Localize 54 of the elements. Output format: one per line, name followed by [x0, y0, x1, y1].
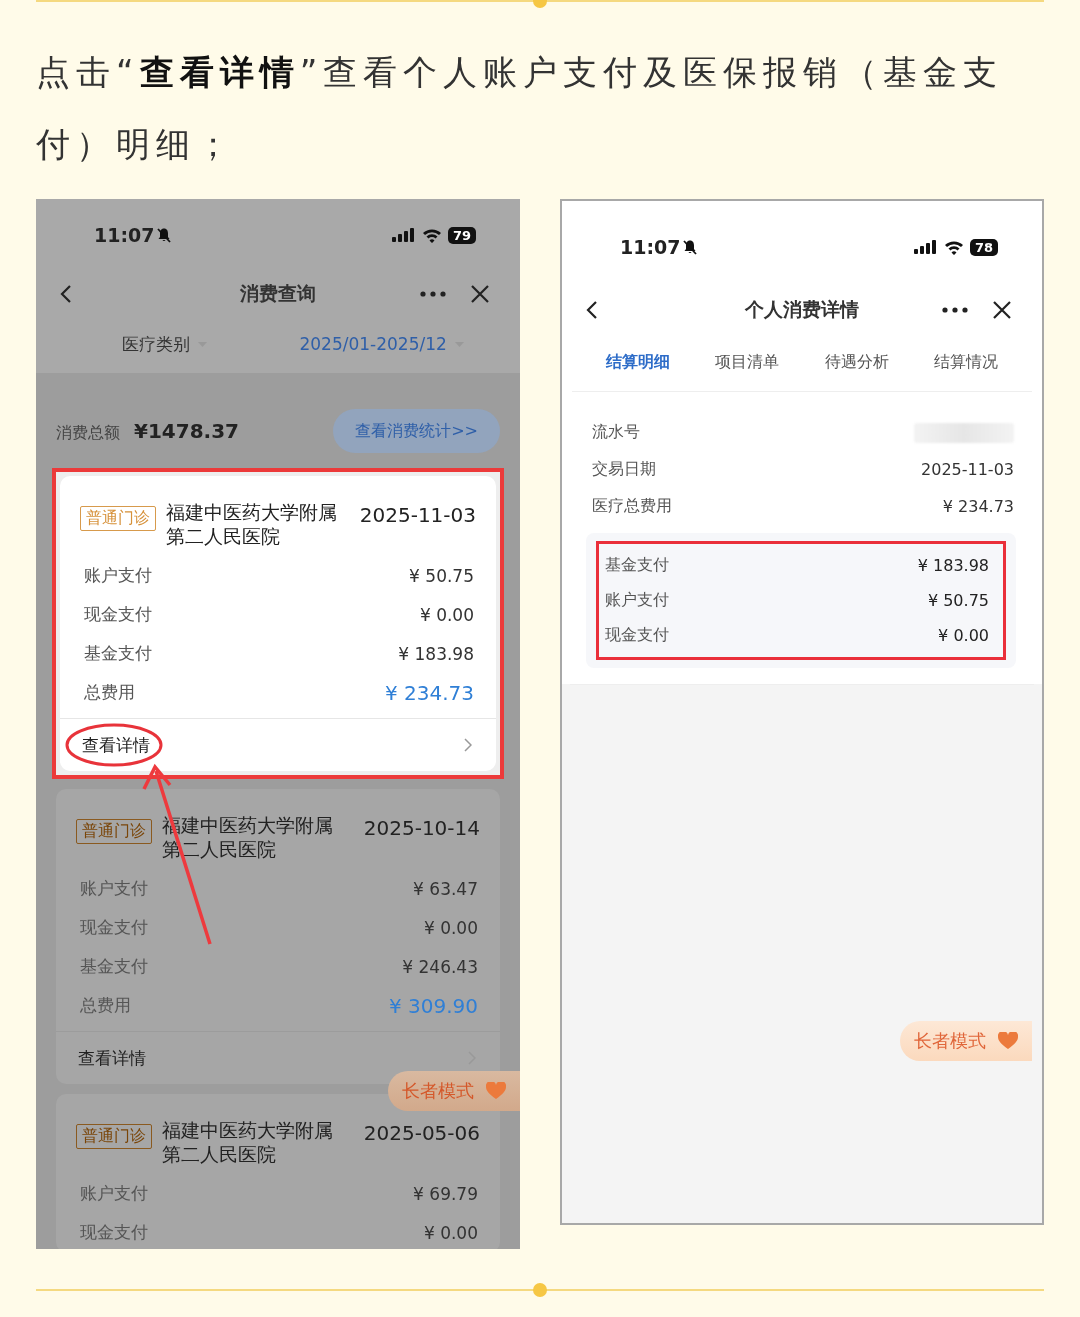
hospital-name: 福建中医药大学附属第二人民医院 [162, 1118, 334, 1166]
row-label: 总费用 [80, 994, 131, 1017]
amount: ¥ 50.75 [409, 565, 474, 586]
amount: ¥ 0.00 [423, 1222, 478, 1243]
field-label: 账户支付 [605, 590, 669, 611]
row-label: 账户支付 [80, 1182, 148, 1205]
visit-type-tag: 普通门诊 [80, 506, 156, 531]
visit-type-tag: 普通门诊 [76, 819, 152, 844]
amount: ¥ 0.00 [419, 604, 474, 625]
field-value: 2025-11-03 [921, 460, 1014, 479]
filter-dropdown[interactable]: 医疗类别 [122, 332, 208, 356]
field-label: 基金支付 [605, 555, 669, 576]
row-label: 现金支付 [80, 916, 148, 939]
amount: ¥ 69.79 [413, 1183, 478, 1204]
page-title: 个人消费详情 [745, 298, 859, 320]
field-label: 交易日期 [592, 459, 656, 480]
visit-type-tag: 普通门诊 [76, 1124, 152, 1149]
status-time: 11:07 [94, 224, 173, 246]
amount: ¥ 183.98 [398, 643, 474, 664]
total-label: 消费总额 [56, 422, 120, 442]
battery-level: 79 [447, 226, 476, 244]
row-label: 基金支付 [84, 642, 152, 665]
amount: ¥ 63.47 [413, 878, 478, 899]
instruction-text: 点击“查看详情”查看个人账户支付及医保报销（基金支付）明细； [36, 51, 1005, 166]
tab[interactable]: 结算情况 [934, 351, 998, 373]
row-label: 总费用 [84, 681, 135, 704]
record-date: 2025-10-14 [363, 816, 480, 840]
field-value: ¥ 183.98 [917, 556, 989, 575]
row-label: 账户支付 [84, 564, 152, 587]
total-amount: ¥1478.37 [134, 418, 239, 443]
row-label: 基金支付 [80, 955, 148, 978]
field-value: ¥ 50.75 [927, 591, 989, 610]
tab[interactable]: 待遇分析 [824, 351, 889, 373]
field-value: ¥ 234.73 [942, 497, 1014, 516]
page-title: 消费查询 [240, 282, 316, 304]
tab[interactable]: 结算明细 [606, 351, 670, 373]
hospital-name: 福建中医药大学附属第二人民医院 [166, 500, 338, 548]
record-date: 2025-11-03 [359, 503, 476, 527]
details-link[interactable]: 查看详情 [78, 1046, 146, 1070]
tab[interactable]: 项目清单 [715, 351, 780, 373]
amount: ¥ 0.00 [423, 917, 478, 938]
total-amount: ¥ 309.90 [388, 993, 478, 1018]
amount: ¥ 246.43 [402, 956, 478, 977]
field-label: 现金支付 [605, 625, 669, 646]
row-label: 现金支付 [80, 1221, 148, 1244]
field-value: ¥ 0.00 [938, 626, 989, 645]
status-time: 11:07 [620, 236, 699, 258]
field-label: 流水号 [592, 422, 640, 443]
battery-level: 78 [969, 238, 998, 256]
field-label: 医疗总费用 [592, 496, 672, 517]
row-label: 现金支付 [84, 603, 152, 626]
row-label: 账户支付 [80, 877, 148, 900]
record-date: 2025-05-06 [363, 1121, 480, 1145]
total-amount: ¥ 234.73 [384, 680, 474, 705]
